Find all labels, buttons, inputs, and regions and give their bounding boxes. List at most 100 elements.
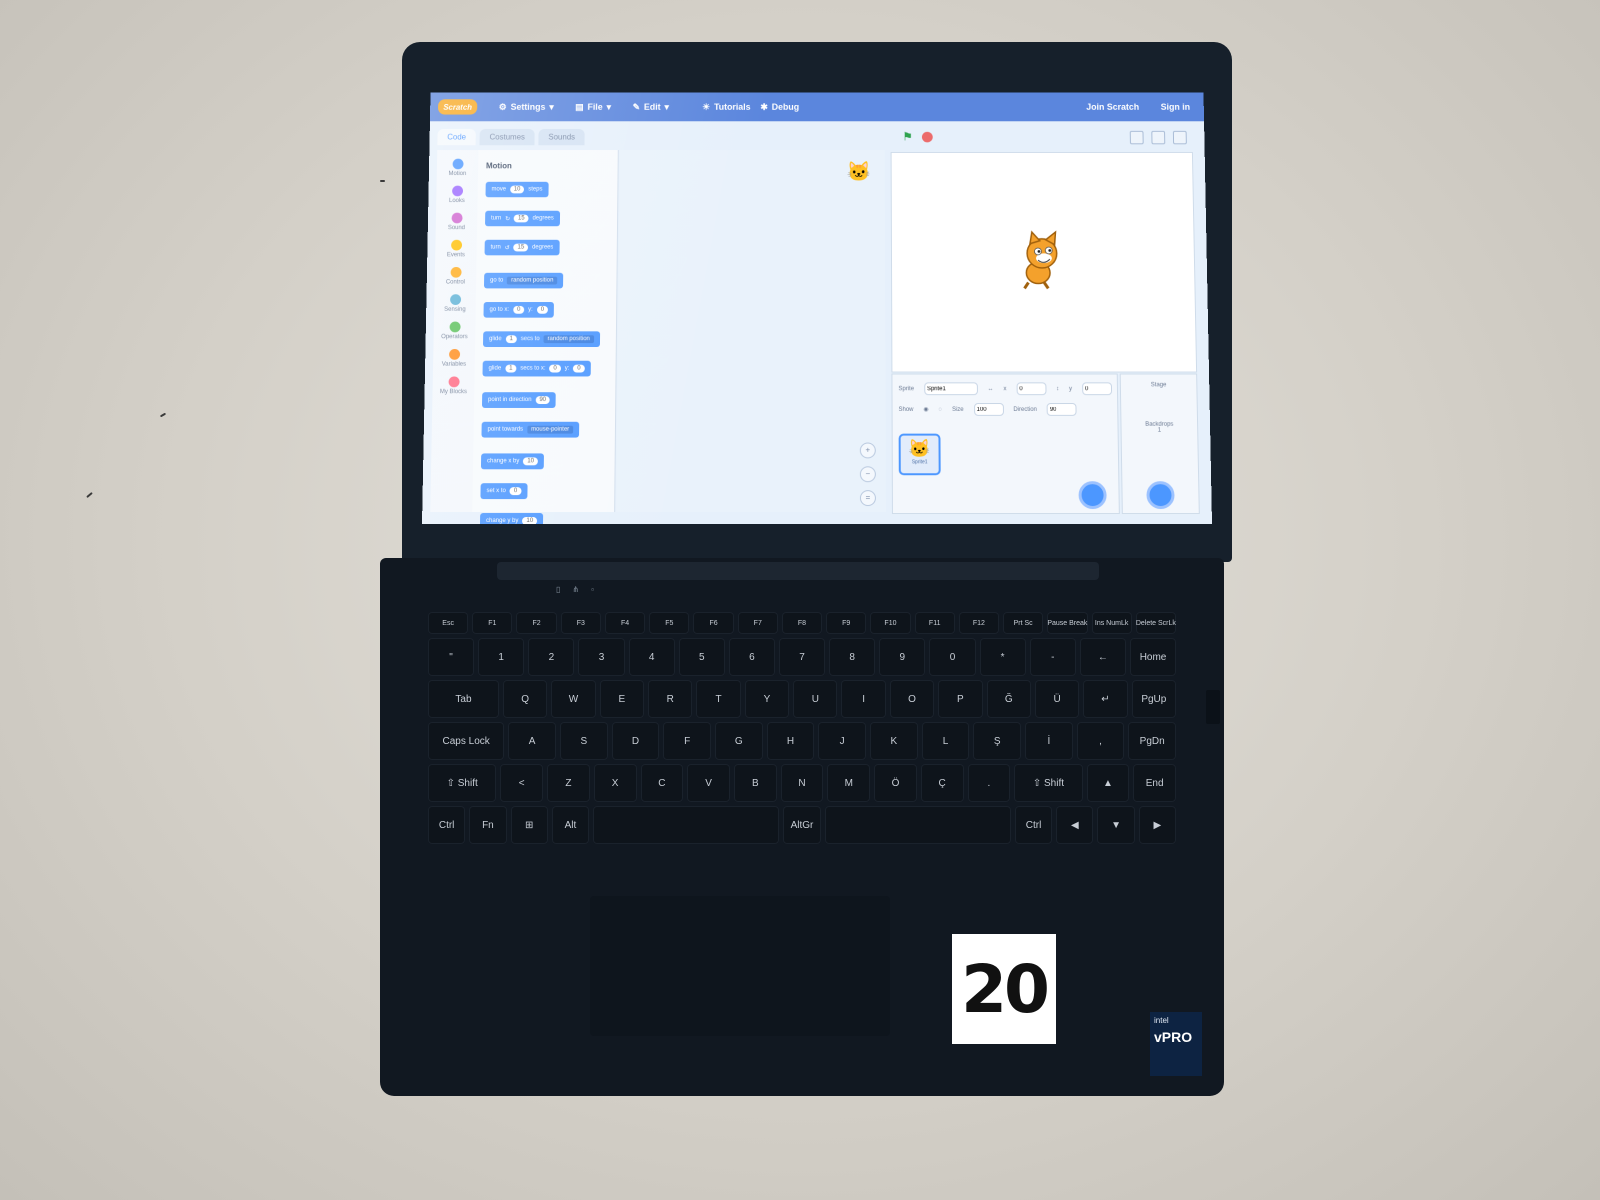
keyboard-key[interactable]: 1 xyxy=(478,638,524,676)
keyboard-key[interactable]: E xyxy=(600,680,644,718)
scratch-logo[interactable]: Scratch xyxy=(438,99,477,114)
set-x-block[interactable]: set x to 0 xyxy=(480,483,527,499)
keyboard-key[interactable]: 3 xyxy=(578,638,624,676)
keyboard-key[interactable]: F12 xyxy=(959,612,999,634)
keyboard-key[interactable]: 9 xyxy=(879,638,925,676)
choose-sprite-icon[interactable] xyxy=(1078,481,1106,509)
settings-menu[interactable]: ⚙ Settings ▾ xyxy=(499,102,554,113)
keyboard-key[interactable]: V xyxy=(687,764,730,802)
point-direction-block[interactable]: point in direction 90 xyxy=(482,392,556,408)
keyboard-key[interactable]: Prt Sc xyxy=(1003,612,1043,634)
keyboard-key[interactable]: Tab xyxy=(428,680,499,718)
keyboard-key[interactable]: T xyxy=(696,680,740,718)
stage-canvas[interactable] xyxy=(891,152,1197,373)
keyboard-key[interactable]: Ö xyxy=(874,764,917,802)
keyboard-key[interactable]: F9 xyxy=(826,612,866,634)
keyboard-key[interactable]: I xyxy=(841,680,885,718)
keyboard-key[interactable]: . xyxy=(968,764,1011,802)
keyboard-key[interactable]: Z xyxy=(547,764,590,802)
keyboard-key[interactable]: G xyxy=(715,722,763,760)
eye-closed-icon[interactable]: ◌ xyxy=(939,406,943,412)
glide-to-xy-block[interactable]: glide 1 secs to x: 0 y: 0 xyxy=(482,361,590,377)
change-x-block[interactable]: change x by 10 xyxy=(481,453,544,469)
fullscreen-icon[interactable] xyxy=(1173,131,1187,144)
keyboard-key[interactable]: ← xyxy=(1080,638,1126,676)
keyboard-key[interactable]: P xyxy=(938,680,982,718)
tab-costumes[interactable]: Costumes xyxy=(480,129,535,145)
keyboard-key[interactable]: Fn xyxy=(469,806,506,844)
direction-input[interactable] xyxy=(1047,403,1077,416)
join-scratch-link[interactable]: Join Scratch xyxy=(1086,102,1139,112)
keyboard-key[interactable]: 4 xyxy=(629,638,675,676)
keyboard-key[interactable]: İ xyxy=(1025,722,1073,760)
tab-code[interactable]: Code xyxy=(437,129,476,145)
keyboard-key[interactable]: 2 xyxy=(528,638,574,676)
keyboard-key[interactable]: ◀ xyxy=(1056,806,1093,844)
keyboard-key[interactable]: 7 xyxy=(779,638,825,676)
keyboard-key[interactable]: F6 xyxy=(693,612,733,634)
keyboard-key[interactable]: Alt xyxy=(552,806,589,844)
keyboard-key[interactable]: J xyxy=(818,722,866,760)
keyboard-key[interactable]: ▲ xyxy=(1087,764,1130,802)
keyboard-key[interactable]: W xyxy=(551,680,595,718)
keyboard-key[interactable]: 0 xyxy=(929,638,975,676)
keyboard-key[interactable]: Ü xyxy=(1035,680,1079,718)
category-variables[interactable]: Variables xyxy=(433,349,475,368)
category-events[interactable]: Events xyxy=(435,240,477,258)
stop-button[interactable] xyxy=(922,132,933,143)
keyboard-key[interactable]: PgDn xyxy=(1128,722,1176,760)
keyboard-key[interactable]: Ğ xyxy=(987,680,1031,718)
category-sound[interactable]: Sound xyxy=(436,213,478,231)
keyboard-key[interactable]: Q xyxy=(503,680,547,718)
keyboard-key[interactable]: R xyxy=(648,680,692,718)
sprite-name-input[interactable] xyxy=(924,382,978,395)
keyboard-key[interactable]: ⇧ Shift xyxy=(1014,764,1082,802)
category-sensing[interactable]: Sensing xyxy=(434,294,476,313)
keyboard-key[interactable]: PgUp xyxy=(1132,680,1176,718)
keyboard-key[interactable]: Y xyxy=(745,680,789,718)
keyboard-key[interactable]: S xyxy=(560,722,608,760)
eye-icon[interactable]: ◉ xyxy=(923,406,928,413)
size-input[interactable] xyxy=(974,403,1004,416)
keyboard-key[interactable]: Home xyxy=(1130,638,1176,676)
keyboard-key[interactable]: ⊞ xyxy=(511,806,548,844)
move-steps-block[interactable]: move 10 steps xyxy=(486,182,549,197)
category-operators[interactable]: Operators xyxy=(434,322,476,341)
sprite-thumbnail[interactable]: 🐱 Sprite1 xyxy=(899,434,941,476)
keyboard-key[interactable] xyxy=(593,806,779,844)
keyboard-key[interactable]: O xyxy=(890,680,934,718)
edit-menu[interactable]: ✎ Edit ▾ xyxy=(633,102,669,113)
keyboard-key[interactable]: Ctrl xyxy=(428,806,465,844)
keyboard-key[interactable]: 6 xyxy=(729,638,775,676)
keyboard-key[interactable]: " xyxy=(428,638,474,676)
keyboard-key[interactable]: F11 xyxy=(915,612,955,634)
keyboard-key[interactable]: M xyxy=(827,764,870,802)
keyboard-key[interactable]: L xyxy=(922,722,970,760)
zoom-in-icon[interactable]: + xyxy=(860,443,876,459)
keyboard-key[interactable]: C xyxy=(641,764,684,802)
code-workspace[interactable]: 🐱 + − = xyxy=(616,150,886,512)
green-flag-icon[interactable]: ⚑ xyxy=(902,131,914,143)
cat-sprite[interactable] xyxy=(1008,230,1072,292)
go-to-xy-block[interactable]: go to x: 0 y: 0 xyxy=(483,302,554,318)
keyboard-key[interactable]: < xyxy=(500,764,543,802)
tab-sounds[interactable]: Sounds xyxy=(539,129,585,145)
keyboard-key[interactable]: , xyxy=(1077,722,1125,760)
change-y-block[interactable]: change y by 10 xyxy=(480,513,543,524)
keyboard-key[interactable]: Esc xyxy=(428,612,468,634)
zoom-out-icon[interactable]: − xyxy=(860,466,876,482)
keyboard-key[interactable]: X xyxy=(594,764,637,802)
keyboard-key[interactable]: K xyxy=(870,722,918,760)
go-to-block[interactable]: go to random position xyxy=(484,273,563,289)
tutorials-button[interactable]: ☀ Tutorials xyxy=(702,102,750,113)
keyboard-key[interactable]: ▶ xyxy=(1139,806,1176,844)
keyboard-key[interactable]: Delete ScrLk xyxy=(1136,612,1176,634)
keyboard-key[interactable]: ▼ xyxy=(1097,806,1134,844)
y-input[interactable] xyxy=(1082,382,1112,395)
keyboard-key[interactable]: F7 xyxy=(738,612,778,634)
keyboard-key[interactable]: B xyxy=(734,764,777,802)
keyboard-key[interactable]: U xyxy=(793,680,837,718)
glide-to-block[interactable]: glide 1 secs to random position xyxy=(483,331,600,347)
keyboard-key[interactable]: Caps Lock xyxy=(428,722,504,760)
category-control[interactable]: Control xyxy=(435,267,477,285)
